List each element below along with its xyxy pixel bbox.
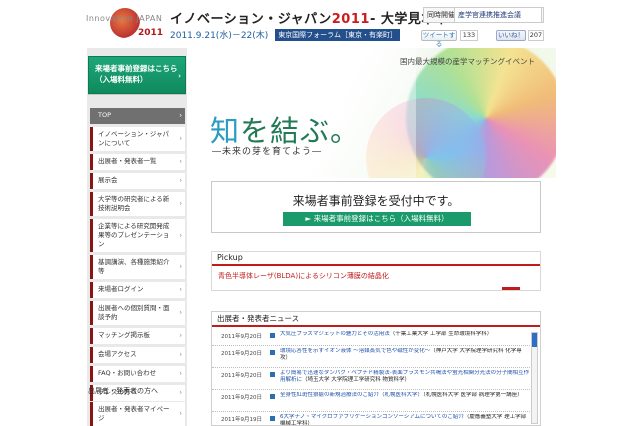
- pickup-section: Pickup 青色半導体レーザ(BLDA)によるシリコン薄膜の結晶化: [211, 251, 541, 291]
- hero-tagline: 国内最大規模の産学マッチングイベント: [400, 57, 535, 66]
- title-year: 2011: [331, 12, 370, 27]
- scrollbar-thumb[interactable]: [532, 333, 537, 347]
- event-date-text: 2011.9.21(水)－22(木): [170, 31, 269, 41]
- sidebar-item-faq[interactable]: FAQ・お問い合わせ ›: [90, 366, 185, 382]
- sidebar-item-top[interactable]: TOP ›: [90, 108, 185, 124]
- news-title[interactable]: 6大学ナノ・マイクロファブリケーションコンソーシアムについてのご紹介（慶應義塾大…: [280, 414, 530, 425]
- announcement-title: 来場者事前登録を受付中です。: [292, 194, 460, 208]
- news-heading: 出展者・発表者ニュース: [212, 312, 540, 327]
- sidebar-item-visitor-login[interactable]: 来場者ログイン ›: [90, 282, 185, 298]
- tweet-button[interactable]: ツイートする: [421, 30, 457, 48]
- news-date: 2011年9月19日: [221, 417, 262, 423]
- chevron-right-icon: ›: [179, 369, 182, 378]
- chevron-right-icon: ›: [179, 308, 182, 317]
- bullet-icon: [270, 416, 275, 421]
- news-list: 2011年9月20日 大気圧プラズマジェットの魅力とその活用法（千葉工業大学 工…: [212, 329, 530, 425]
- sidebar-item-about[interactable]: イノベーション・ジャパンについて ›: [90, 127, 185, 151]
- sidebar-item-keynote[interactable]: 基調講演、各種施策紹介等 ›: [90, 255, 185, 279]
- nav-label: 基調講演、各種施策紹介等: [98, 258, 170, 275]
- sidebar-nav: TOP › イノベーション・ジャパンについて › 出展者・発表者一覧 › 展示会 › 大…: [90, 108, 185, 404]
- like-button[interactable]: いいね！: [496, 30, 526, 41]
- sidebar-item-access[interactable]: 会場アクセス ›: [90, 347, 185, 363]
- list-item[interactable]: 2011年9月20日 より簡易で迅速なタンパク・ペプチド精製法-表面プラズモン共…: [212, 368, 530, 390]
- bullet-icon: [270, 350, 275, 355]
- sidebar-item-exhibitor-list[interactable]: 出展者・発表者一覧 ›: [90, 154, 185, 170]
- register-banner[interactable]: 来場者事前登録はこちら （入場料無料） ›: [88, 56, 186, 94]
- nav-label: TOP: [98, 111, 112, 119]
- nav-label: マッチング掲示板: [98, 331, 150, 339]
- register-banner-line1: 来場者事前登録はこちら: [95, 64, 178, 73]
- innovation-japan-logo[interactable]: Innovation JAPAN 2011: [86, 6, 166, 40]
- sidebar-item-matching-board[interactable]: マッチング掲示板 ›: [90, 328, 185, 344]
- nav-label: 企業等による研究開発成果等のプレゼンテーション: [98, 222, 170, 248]
- like-count: 207: [528, 30, 544, 41]
- chevron-right-icon: ›: [179, 231, 182, 239]
- registration-announcement: 来場者事前登録を受付中です。 ► 来場者事前登録はこちら（入場料無料）: [211, 181, 541, 233]
- site-header: Innovation JAPAN 2011 イノベーション・ジャパン2011- …: [0, 0, 640, 48]
- chevron-right-icon: ›: [179, 331, 182, 340]
- chevron-right-icon: ›: [179, 350, 182, 359]
- news-section: 出展者・発表者ニュース 2011年9月20日 大気圧プラズマジェットの魅力とその…: [211, 311, 541, 426]
- hero-subtitle: ―未来の芽を育てよう―: [212, 147, 323, 157]
- news-title[interactable]: 大気圧プラズマジェットの魅力とその活用法（千葉工業大学 工学部 生命環境科学科）: [280, 331, 530, 345]
- sidebar-item-exhibition[interactable]: 展示会 ›: [90, 173, 185, 189]
- list-item[interactable]: 2011年9月20日 環境応答性を示すイオン液体 ～溶媒蒸気で色や磁性が変化～（…: [212, 346, 530, 368]
- chevron-right-icon: ›: [179, 285, 182, 294]
- nav-label: 会場アクセス: [98, 350, 137, 358]
- nav-label: 出展者への個別質問・面談予約: [98, 304, 170, 321]
- logo-text: Innovation JAPAN: [86, 14, 163, 23]
- pickup-link[interactable]: 青色半導体レーザ(BLDA)によるシリコン薄膜の結晶化: [212, 266, 540, 281]
- news-title[interactable]: 環境応答性を示すイオン液体 ～溶媒蒸気で色や磁性が変化～（神戸大学 大学院理学研…: [280, 348, 530, 368]
- sidebar-item-inquiry[interactable]: 出展者への個別質問・面談予約 ›: [90, 301, 185, 325]
- exhibitor-section-heading: 出展者・発表者の方へ 出展者・発表者マイページ ›: [88, 386, 185, 426]
- nav-label: 出展者・発表者一覧: [98, 157, 157, 165]
- news-title[interactable]: より簡易で迅速なタンパク・ペプチド精製法-表面プラズモン共鳴法や蛍光相関分光法の…: [280, 370, 530, 390]
- news-date: 2011年9月20日: [221, 334, 262, 340]
- exhibitor-heading: 出展者・発表者の方へ: [88, 387, 158, 395]
- chevron-right-icon: ›: [179, 199, 182, 208]
- bullet-icon: [270, 394, 275, 399]
- nav-label: 大学等の研究者による新技術説明会: [98, 195, 170, 212]
- catch-rest: を結ぶ。: [240, 114, 361, 148]
- register-banner-line2: （入場料無料）: [95, 75, 148, 84]
- title-main: イノベーション・ジャパン: [170, 12, 332, 27]
- chevron-right-icon: ›: [178, 72, 181, 80]
- chevron-right-icon: ›: [179, 111, 182, 120]
- news-title[interactable]: 全身性紅斑性狼瘡の新規治療法のご紹介（札幌医科大学）（札幌医科大学 医学部 病理…: [280, 392, 530, 412]
- list-item[interactable]: 2011年9月19日 6大学ナノ・マイクロファブリケーションコンソーシアムについ…: [212, 412, 530, 425]
- tweet-count: 133: [460, 30, 478, 41]
- bullet-icon: [270, 333, 275, 338]
- organizer-link[interactable]: 産学官連携推進会議: [454, 7, 542, 23]
- nav-label: 展示会: [98, 176, 118, 184]
- chevron-right-icon: ›: [179, 157, 182, 166]
- list-item[interactable]: 2011年9月20日 大気圧プラズマジェットの魅力とその活用法（千葉工業大学 工…: [212, 329, 530, 346]
- event-date: 2011.9.21(水)－22(木) 東京国際フォーラム［東京・有楽町］: [170, 28, 400, 41]
- chevron-right-icon: ›: [179, 134, 182, 143]
- news-scrollbar[interactable]: [531, 332, 538, 424]
- news-date: 2011年9月20日: [221, 373, 262, 379]
- pickup-more-indicator[interactable]: [502, 287, 520, 290]
- chevron-right-icon: ›: [179, 262, 182, 271]
- venue-badge: 東京国際フォーラム［東京・有楽町］: [275, 29, 400, 41]
- register-cta-button[interactable]: ► 来場者事前登録はこちら（入場料無料）: [283, 212, 471, 226]
- bullet-icon: [270, 372, 275, 377]
- page-title: イノベーション・ジャパン2011- 大学見本市: [170, 8, 448, 27]
- logo-emblem: [110, 8, 140, 38]
- nav-label: 出展者・発表者マイページ: [98, 405, 170, 422]
- nav-label: イノベーション・ジャパンについて: [98, 130, 170, 147]
- sidebar-item-presentation[interactable]: 企業等による研究開発成果等のプレゼンテーション ›: [90, 219, 185, 252]
- news-date: 2011年9月20日: [221, 395, 262, 401]
- chevron-right-icon: ›: [179, 409, 182, 418]
- nav-label: FAQ・お問い合わせ: [98, 369, 157, 377]
- list-item[interactable]: 2011年9月20日 全身性紅斑性狼瘡の新規治療法のご紹介（札幌医科大学）（札幌…: [212, 390, 530, 412]
- news-date: 2011年9月20日: [221, 351, 262, 357]
- pickup-heading: Pickup: [212, 252, 540, 266]
- logo-year: 2011: [138, 28, 164, 38]
- sidebar-item-tech-briefing[interactable]: 大学等の研究者による新技術説明会 ›: [90, 192, 185, 216]
- chevron-right-icon: ›: [179, 176, 182, 185]
- sidebar-item-exhibitor-mypage[interactable]: 出展者・発表者マイページ ›: [90, 402, 185, 426]
- catch-kanji: 知: [210, 114, 241, 148]
- nav-label: 来場者ログイン: [98, 285, 144, 293]
